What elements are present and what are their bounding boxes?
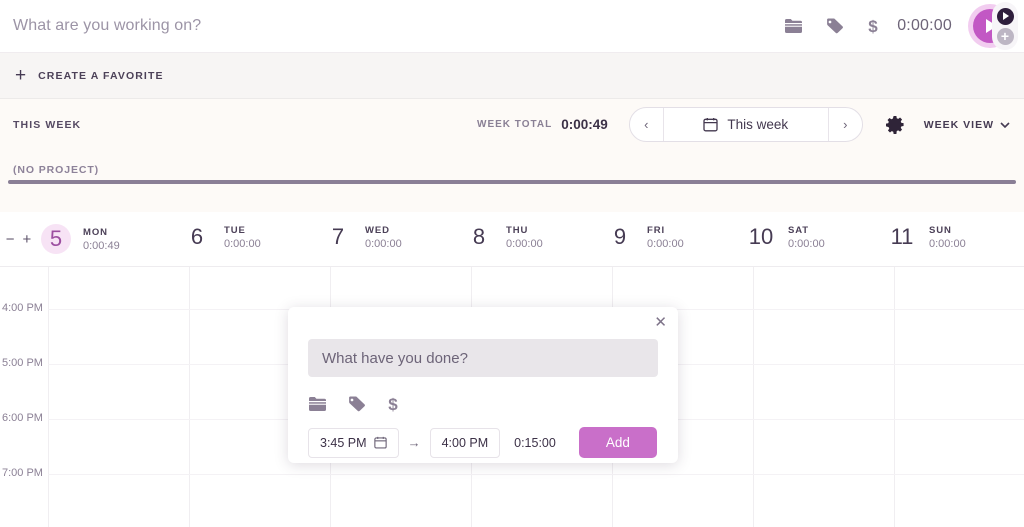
day-name: SUN [929,225,966,236]
day-name: SAT [788,225,825,236]
day-number: 5 [41,224,71,254]
day-meta: MON 0:00:49 [83,227,120,252]
view-selector-label: WEEK VIEW [924,119,994,131]
day-total: 0:00:00 [506,238,543,250]
tag-icon[interactable] [826,18,843,34]
day-number: 7 [319,224,357,250]
day-header-wed[interactable]: 7 WED 0:00:00 [319,224,460,250]
day-headers: 5 MON 0:00:49 6 TUE 0:00:00 7 WED 0:00:00 8 THU 0:0… [37,224,1024,254]
calendar-icon[interactable] [374,436,387,449]
hour-label: 4:00 PM [2,302,46,314]
close-icon[interactable]: ✕ [654,315,667,330]
day-total: 0:00:00 [365,238,402,250]
day-name: THU [506,225,543,236]
grid-column-divider [189,267,190,527]
hour-label: 7:00 PM [2,467,46,479]
day-name: MON [83,227,120,238]
day-total: 0:00:00 [929,238,966,250]
day-header-sun[interactable]: 11 SUN 0:00:00 [883,224,1024,250]
day-header-thu[interactable]: 8 THU 0:00:00 [460,224,601,250]
tag-icon[interactable] [348,395,365,413]
day-number: 10 [742,224,780,250]
mode-toggle[interactable]: + [992,2,1018,50]
timer-bar-icons: $ [785,17,879,35]
day-header-row: − + 5 MON 0:00:49 6 TUE 0:00:00 7 WED 0:00:00 8 TH… [0,212,1024,267]
timer-bar: What are you working on? $ 0:00:00 [0,0,1024,53]
day-name: TUE [224,225,261,236]
day-name: WED [365,225,402,236]
new-entry-dialog[interactable]: ✕ What have you done? $ [288,307,678,463]
zoom-controls: − + [0,231,37,248]
timer-duration[interactable]: 0:00:00 [897,17,952,35]
manual-mode-plus-icon[interactable]: + [997,28,1014,45]
week-total-value: 0:00:49 [561,117,608,132]
grid-column-divider [48,267,49,527]
grid-hour-line [48,474,1024,475]
entry-meta-icons: $ [309,395,399,413]
arrow-right-icon: → [408,435,421,450]
day-meta: SUN 0:00:00 [929,225,966,250]
start-time-value: 3:45 PM [320,436,367,450]
day-meta: THU 0:00:00 [506,225,543,250]
day-number: 9 [601,224,639,250]
date-navigator: ‹ This week › [629,107,863,142]
zoom-out-button[interactable]: − [6,231,15,248]
folder-icon[interactable] [785,19,802,33]
day-header-sat[interactable]: 10 SAT 0:00:00 [742,224,883,250]
week-header-controls: WEEK TOTAL 0:00:49 ‹ This week › [477,107,1024,142]
page-title: THIS WEEK [13,119,81,131]
dollar-icon[interactable]: $ [387,395,399,413]
week-total-label: WEEK TOTAL [477,119,552,130]
svg-text:$: $ [868,17,878,35]
timer-mode-play-icon[interactable] [997,8,1014,25]
day-header-tue[interactable]: 6 TUE 0:00:00 [178,224,319,250]
start-time-field[interactable]: 3:45 PM [308,428,399,458]
app-root: What are you working on? $ 0:00:00 [0,0,1024,527]
day-meta: TUE 0:00:00 [224,225,261,250]
day-name: FRI [647,225,684,236]
chevron-down-icon [1000,119,1010,131]
date-range-selector[interactable]: This week [663,108,829,141]
day-header-fri[interactable]: 9 FRI 0:00:00 [601,224,742,250]
zoom-in-button[interactable]: + [23,231,32,248]
end-time-field[interactable]: 4:00 PM [430,428,501,458]
project-time-bar [8,180,1016,184]
hour-label: 6:00 PM [2,412,46,424]
entry-duration[interactable]: 0:15:00 [514,436,556,450]
gear-icon[interactable] [886,116,904,134]
day-number: 11 [883,224,921,250]
svg-text:$: $ [388,395,398,413]
day-meta: SAT 0:00:00 [788,225,825,250]
day-meta: FRI 0:00:00 [647,225,684,250]
project-label: (NO PROJECT) [13,164,99,176]
plus-icon: + [15,66,26,85]
create-favorite-bar[interactable]: + CREATE A FAVORITE [0,53,1024,99]
folder-icon[interactable] [309,395,326,413]
dollar-icon[interactable]: $ [867,17,879,35]
grid-column-divider [894,267,895,527]
day-total: 0:00:00 [224,238,261,250]
day-meta: WED 0:00:00 [365,225,402,250]
view-selector[interactable]: WEEK VIEW [924,119,1010,131]
hour-label: 5:00 PM [2,357,46,369]
end-time-value: 4:00 PM [442,436,489,450]
entry-time-row: 3:45 PM → 4:00 PM 0:15:00 Add [308,427,657,458]
grid-column-divider [753,267,754,527]
day-header-mon[interactable]: 5 MON 0:00:49 [37,224,178,254]
timer-description-input[interactable]: What are you working on? [13,17,785,35]
day-total: 0:00:00 [788,238,825,250]
add-button[interactable]: Add [579,427,657,458]
day-total: 0:00:49 [83,240,120,252]
date-range-label: This week [727,117,788,132]
week-header: THIS WEEK WEEK TOTAL 0:00:49 ‹ This wee [0,99,1024,150]
day-total: 0:00:00 [647,238,684,250]
previous-week-button[interactable]: ‹ [630,108,663,141]
day-number: 8 [460,224,498,250]
day-number: 6 [178,224,216,250]
calendar-icon [703,117,718,132]
entry-description-input[interactable]: What have you done? [308,339,658,377]
create-favorite-label: CREATE A FAVORITE [38,70,163,82]
next-week-button[interactable]: › [829,108,862,141]
